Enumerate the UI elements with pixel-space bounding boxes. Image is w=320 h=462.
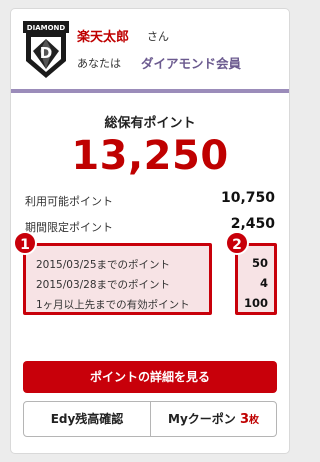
limited-points-value: 2,450 — [230, 216, 275, 232]
expiry-value-2: 4 — [259, 276, 268, 290]
available-points-value: 10,750 — [220, 190, 275, 206]
annotation-marker-1: 1 — [13, 231, 37, 255]
member-rank: ダイアモンド会員 — [141, 56, 242, 71]
svg-text:DIAMOND: DIAMOND — [27, 24, 66, 32]
expiry-label-2: 2015/03/28までのポイント — [36, 279, 171, 291]
total-points-value: 13,250 — [71, 133, 229, 179]
expiry-label-1: 2015/03/25までのポイント — [36, 259, 171, 271]
user-name: 楽天太郎 — [77, 30, 130, 45]
member-header: DIAMOND D 楽天太郎 さん あなたは ダイアモンド会員 — [11, 9, 289, 89]
my-coupon-label: Myクーポン — [168, 412, 236, 426]
rank-prefix: あなたは — [77, 57, 121, 70]
expiry-value-1: 50 — [251, 256, 268, 270]
point-detail-button[interactable]: ポイントの詳細を見る — [23, 361, 277, 393]
expiry-labels-highlight: 2015/03/25までのポイント 2015/03/28までのポイント 1ヶ月以… — [23, 243, 212, 315]
diamond-rank-badge-icon: DIAMOND D — [23, 21, 69, 78]
expiry-value-3: 100 — [243, 296, 268, 310]
expiry-label-3: 1ヶ月以上先までの有効ポイント — [36, 299, 190, 311]
limited-points-label: 期間限定ポイント — [25, 221, 113, 234]
header-divider — [11, 89, 289, 93]
coupon-count-unit: 枚 — [249, 415, 259, 426]
annotation-marker-2: 2 — [225, 231, 249, 255]
coupon-count: 3 — [239, 412, 249, 427]
svg-text:D: D — [40, 44, 52, 62]
total-points-label: 総保有ポイント — [104, 116, 196, 131]
point-card: DIAMOND D 楽天太郎 さん あなたは ダイアモンド会員 総保有ポイント … — [10, 8, 290, 454]
my-coupon-button[interactable]: Myクーポン 3枚 — [150, 401, 277, 437]
available-points-label: 利用可能ポイント — [25, 195, 113, 208]
edy-balance-button[interactable]: Edy残高確認 — [23, 401, 151, 437]
user-name-suffix: さん — [147, 30, 169, 43]
